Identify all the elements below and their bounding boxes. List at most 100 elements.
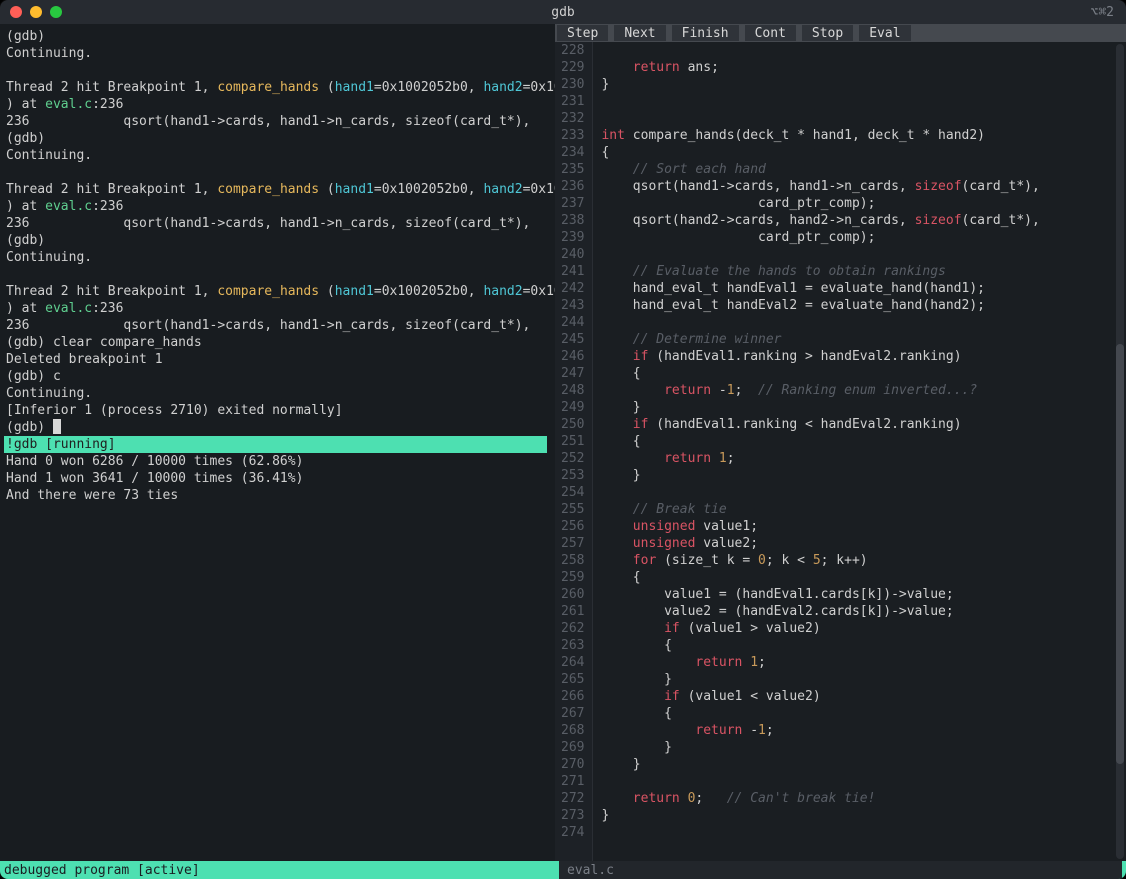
line-number: 230 bbox=[561, 76, 584, 93]
window-keyhint: ⌥⌘2 bbox=[1091, 5, 1114, 20]
code-line: if (value1 > value2) bbox=[601, 620, 1126, 637]
gdb-line: !gdb [running] bbox=[4, 436, 547, 453]
eval-button[interactable]: Eval bbox=[859, 25, 912, 41]
main: (gdb)Continuing. Thread 2 hit Breakpoint… bbox=[0, 24, 1126, 861]
gdb-line: 236 qsort(hand1->cards, hand1->n_cards, … bbox=[6, 317, 549, 334]
line-number: 254 bbox=[561, 484, 584, 501]
line-number: 252 bbox=[561, 450, 584, 467]
gdb-line: Continuing. bbox=[6, 45, 549, 62]
code-line: { bbox=[601, 705, 1126, 722]
code-line: // Sort each hand bbox=[601, 161, 1126, 178]
code-line: card_ptr_comp); bbox=[601, 229, 1126, 246]
line-number: 251 bbox=[561, 433, 584, 450]
code-line: if (handEval1.ranking < handEval2.rankin… bbox=[601, 416, 1126, 433]
line-number: 265 bbox=[561, 671, 584, 688]
next-button[interactable]: Next bbox=[614, 25, 667, 41]
line-number: 246 bbox=[561, 348, 584, 365]
code-line bbox=[601, 110, 1126, 127]
gdb-line: ) at eval.c:236 bbox=[6, 96, 549, 113]
close-icon[interactable] bbox=[10, 6, 22, 18]
line-number: 268 bbox=[561, 722, 584, 739]
line-number: 262 bbox=[561, 620, 584, 637]
line-number: 240 bbox=[561, 246, 584, 263]
window-title: gdb bbox=[0, 5, 1126, 20]
code-line: return 1; bbox=[601, 654, 1126, 671]
code-line: { bbox=[601, 365, 1126, 382]
gdb-line: 236 qsort(hand1->cards, hand1->n_cards, … bbox=[6, 113, 549, 130]
line-number: 264 bbox=[561, 654, 584, 671]
gdb-line: (gdb) bbox=[6, 419, 549, 436]
gdb-line: And there were 73 ties bbox=[6, 487, 549, 504]
status-left: debugged program [active] bbox=[4, 863, 559, 878]
code-line: } bbox=[601, 399, 1126, 416]
line-number: 239 bbox=[561, 229, 584, 246]
line-number: 259 bbox=[561, 569, 584, 586]
line-number: 270 bbox=[561, 756, 584, 773]
gdb-line: Deleted breakpoint 1 bbox=[6, 351, 549, 368]
line-number: 271 bbox=[561, 773, 584, 790]
code-line: int compare_hands(deck_t * hand1, deck_t… bbox=[601, 127, 1126, 144]
line-number: 257 bbox=[561, 535, 584, 552]
maximize-icon[interactable] bbox=[50, 6, 62, 18]
code-line: qsort(hand2->cards, hand2->n_cards, size… bbox=[601, 212, 1126, 229]
code-line: qsort(hand1->cards, hand1->n_cards, size… bbox=[601, 178, 1126, 195]
line-number: 242 bbox=[561, 280, 584, 297]
code-line: return 0; // Can't break tie! bbox=[601, 790, 1126, 807]
code-line: return 1; bbox=[601, 450, 1126, 467]
line-number: 244 bbox=[561, 314, 584, 331]
gdb-line bbox=[6, 266, 549, 283]
code-line: { bbox=[601, 144, 1126, 161]
gdb-line: (gdb) bbox=[6, 232, 549, 249]
line-number: 267 bbox=[561, 705, 584, 722]
gdb-output[interactable]: (gdb)Continuing. Thread 2 hit Breakpoint… bbox=[0, 24, 555, 861]
statusbar: debugged program [active] eval.c bbox=[0, 861, 1126, 879]
traffic-lights bbox=[0, 6, 62, 18]
code-line: return -1; // Ranking enum inverted...? bbox=[601, 382, 1126, 399]
line-number: 273 bbox=[561, 807, 584, 824]
line-number: 228 bbox=[561, 42, 584, 59]
code-line: } bbox=[601, 76, 1126, 93]
code-line: { bbox=[601, 569, 1126, 586]
line-number: 234 bbox=[561, 144, 584, 161]
gdb-line: 236 qsort(hand1->cards, hand1->n_cards, … bbox=[6, 215, 549, 232]
line-number: 249 bbox=[561, 399, 584, 416]
code-line: hand_eval_t handEval1 = evaluate_hand(ha… bbox=[601, 280, 1126, 297]
line-number: 258 bbox=[561, 552, 584, 569]
line-number: 274 bbox=[561, 824, 584, 841]
code-line: unsigned value1; bbox=[601, 518, 1126, 535]
code-line: // Determine winner bbox=[601, 331, 1126, 348]
line-number: 260 bbox=[561, 586, 584, 603]
minimize-icon[interactable] bbox=[30, 6, 42, 18]
gdb-line: (gdb) bbox=[6, 28, 549, 45]
stop-button[interactable]: Stop bbox=[802, 25, 855, 41]
line-number: 231 bbox=[561, 93, 584, 110]
line-number: 235 bbox=[561, 161, 584, 178]
gdb-line: Continuing. bbox=[6, 385, 549, 402]
scrollbar-thumb[interactable] bbox=[1116, 344, 1124, 764]
gdb-line: ) at eval.c:236 bbox=[6, 300, 549, 317]
finish-button[interactable]: Finish bbox=[672, 25, 741, 41]
line-number: 236 bbox=[561, 178, 584, 195]
code-line: } bbox=[601, 467, 1126, 484]
gdb-line: (gdb) clear compare_hands bbox=[6, 334, 549, 351]
source-code[interactable]: return ans;} int compare_hands(deck_t * … bbox=[593, 42, 1126, 861]
code-line bbox=[601, 93, 1126, 110]
step-button[interactable]: Step bbox=[557, 25, 610, 41]
code-line: if (handEval1.ranking > handEval2.rankin… bbox=[601, 348, 1126, 365]
code-line: hand_eval_t handEval2 = evaluate_hand(ha… bbox=[601, 297, 1126, 314]
code-line bbox=[601, 246, 1126, 263]
code-line: unsigned value2; bbox=[601, 535, 1126, 552]
source-pane: Step Next Finish Cont Stop Eval 22822923… bbox=[555, 24, 1126, 861]
cont-button[interactable]: Cont bbox=[745, 25, 798, 41]
line-number: 245 bbox=[561, 331, 584, 348]
code-line: value1 = (handEval1.cards[k])->value; bbox=[601, 586, 1126, 603]
line-number: 255 bbox=[561, 501, 584, 518]
line-number: 243 bbox=[561, 297, 584, 314]
scrollbar[interactable] bbox=[1116, 44, 1124, 859]
line-number: 269 bbox=[561, 739, 584, 756]
gdb-pane[interactable]: (gdb)Continuing. Thread 2 hit Breakpoint… bbox=[0, 24, 555, 861]
code-line: for (size_t k = 0; k < 5; k++) bbox=[601, 552, 1126, 569]
line-number: 238 bbox=[561, 212, 584, 229]
status-right: eval.c bbox=[559, 861, 1122, 879]
code-line: // Break tie bbox=[601, 501, 1126, 518]
